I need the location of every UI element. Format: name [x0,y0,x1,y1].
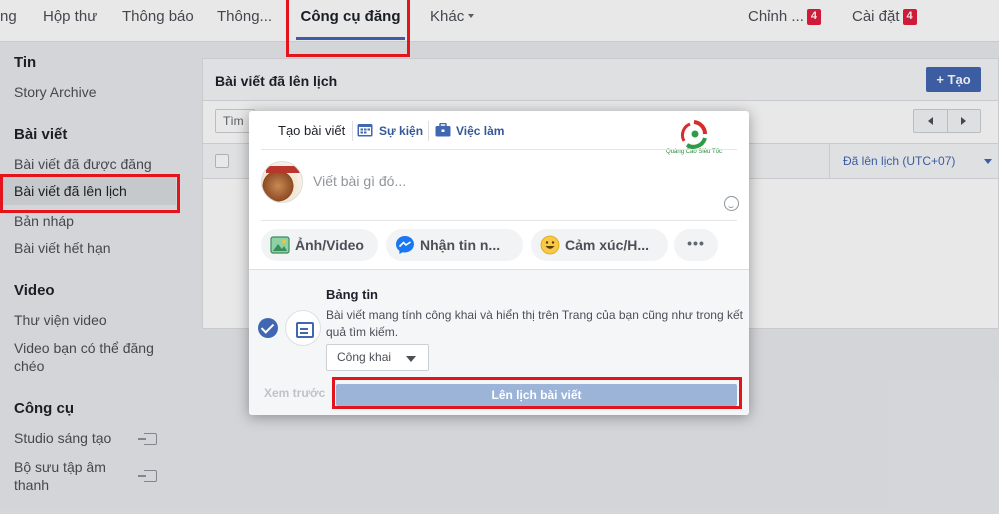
privacy-selector[interactable]: Công khai [326,344,429,371]
photo-video-label: Ảnh/Video [295,237,364,253]
tab-divider [352,121,353,141]
divider [261,220,737,221]
calendar-icon [357,124,373,137]
feeling-label: Cảm xúc/H... [565,237,650,253]
preview-button[interactable]: Xem trước [264,386,325,400]
get-messages-button[interactable]: Nhận tin n... [386,229,523,261]
checkmark-icon[interactable] [258,318,278,338]
news-feed-icon [285,310,321,346]
get-messages-label: Nhận tin n... [420,237,501,253]
audience-description: Bài viết mang tính công khai và hiển thị… [326,308,743,339]
photo-video-button[interactable]: Ảnh/Video [261,229,378,261]
page-avatar [261,161,303,203]
messenger-icon [396,236,414,254]
post-text-input[interactable]: Viết bài gì đó... [313,173,406,189]
audience-title: Bảng tin [326,287,378,302]
feeling-activity-button[interactable]: Cảm xúc/H... [531,229,668,261]
brand-logo-text: Quảng Cáo Siêu Tốc [666,149,722,155]
tab-job[interactable]: Việc làm [456,123,504,139]
post-composer-dialog: Tạo bài viết Sự kiện Việc làm Quảng Cáo … [249,111,749,415]
caret-down-icon [406,356,416,362]
photo-icon [270,236,290,254]
emoji-icon[interactable] [724,196,739,211]
more-options-button[interactable]: ••• [674,229,718,261]
privacy-label: Công khai [337,350,392,364]
tab-create-post[interactable]: Tạo bài viết [278,123,345,139]
feeling-emoji-icon [540,235,560,255]
brand-logo: Quảng Cáo Siêu Tốc [657,120,731,158]
tab-event[interactable]: Sự kiện [379,123,423,139]
audience-section: Bảng tin Bài viết mang tính công khai và… [249,269,749,415]
brand-logo-mark [681,120,708,149]
schedule-post-button[interactable]: Lên lịch bài viết [336,384,737,406]
briefcase-icon [435,123,451,137]
tab-divider [428,121,429,141]
divider [261,149,737,150]
